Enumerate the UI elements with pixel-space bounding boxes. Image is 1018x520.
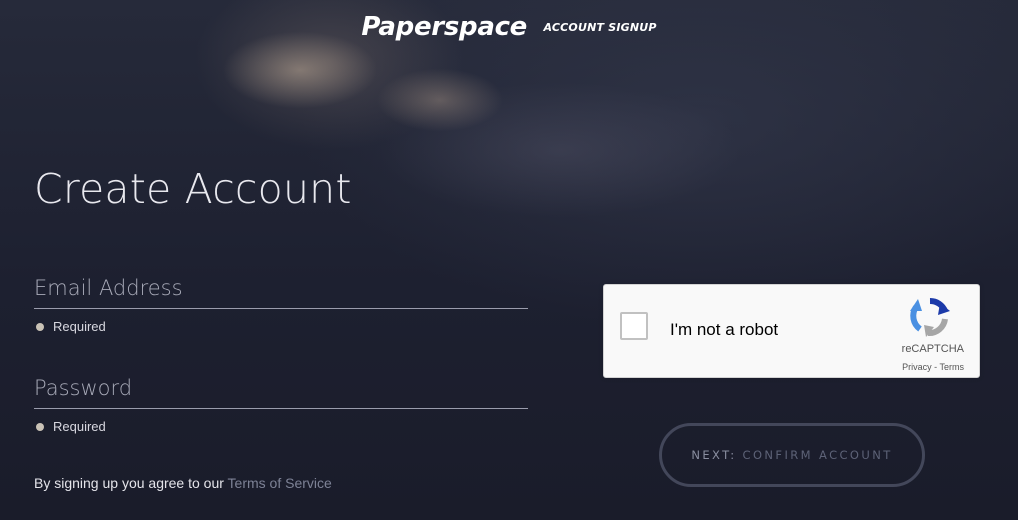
email-hint: Required xyxy=(34,319,528,334)
paperspace-logo[interactable]: Paperspace xyxy=(361,12,527,42)
recaptcha-logo-icon xyxy=(910,297,950,337)
recaptcha-privacy-link[interactable]: Privacy xyxy=(902,362,932,372)
header-subtitle: ACCOUNT SIGNUP xyxy=(543,20,657,34)
terms-of-service-link[interactable]: Terms of Service xyxy=(228,475,332,491)
recaptcha-links-separator: - xyxy=(931,362,940,372)
next-button-prefix: NEXT: xyxy=(691,448,737,462)
password-field-group: Required xyxy=(34,376,528,434)
email-field-group: Required xyxy=(34,276,528,334)
recaptcha-brand: reCAPTCHA xyxy=(901,343,964,355)
recaptcha-checkbox[interactable] xyxy=(620,312,648,340)
terms-notice: By signing up you agree to our Terms of … xyxy=(34,475,332,491)
required-dot-icon xyxy=(36,322,44,331)
password-field[interactable] xyxy=(34,376,528,409)
password-hint: Required xyxy=(34,419,528,434)
recaptcha-label: I'm not a robot xyxy=(670,320,779,339)
email-field[interactable] xyxy=(34,276,528,309)
header: Paperspace ACCOUNT SIGNUP xyxy=(0,12,1018,42)
required-dot-icon xyxy=(36,422,44,431)
recaptcha-terms-link[interactable]: Terms xyxy=(940,362,965,372)
next-confirm-account-button[interactable]: NEXT: CONFIRM ACCOUNT xyxy=(659,423,925,487)
terms-text: By signing up you agree to our xyxy=(34,475,228,491)
password-hint-text: Required xyxy=(53,419,106,434)
email-hint-text: Required xyxy=(53,319,106,334)
recaptcha-widget: I'm not a robot reCAPTCHA Privacy - Term… xyxy=(603,284,980,378)
recaptcha-links: Privacy - Terms xyxy=(902,362,964,372)
next-button-label: CONFIRM ACCOUNT xyxy=(742,448,893,462)
page-title: Create Account xyxy=(34,165,352,213)
